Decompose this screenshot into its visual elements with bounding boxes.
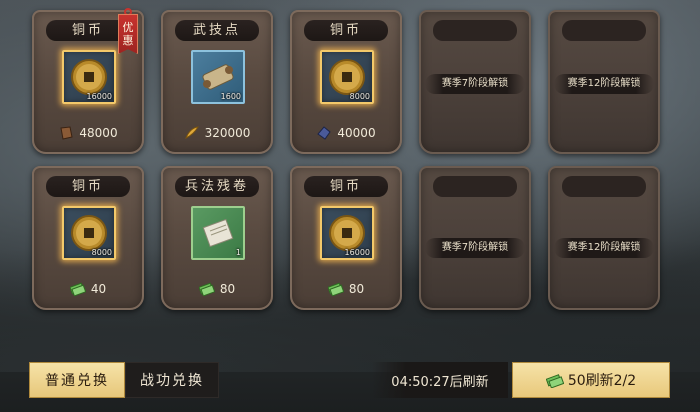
cash-icon	[198, 282, 215, 296]
item-quantity: 16000	[86, 92, 112, 101]
price-value: 80	[348, 282, 365, 296]
price-value: 320000	[204, 126, 251, 140]
price: 80	[292, 280, 400, 298]
shop-card-copper-2[interactable]: 铜币 8000 40000	[290, 10, 402, 154]
unlock-requirement: 赛季12阶段解锁	[554, 74, 654, 94]
cash-icon	[69, 282, 86, 296]
item-slot[interactable]: 1	[191, 206, 245, 260]
price: 40000	[292, 124, 400, 142]
item-quantity: 8000	[91, 248, 112, 257]
unlock-requirement: 赛季7阶段解锁	[425, 238, 525, 258]
card-title: 兵法残卷	[175, 176, 259, 197]
shop-card-skill-points[interactable]: 武技点 1600 320000	[161, 10, 273, 154]
card-title	[433, 20, 517, 41]
card-title	[562, 176, 646, 197]
price-value: 48000	[79, 126, 118, 140]
tab-merit-exchange[interactable]: 战功兑换	[125, 362, 219, 398]
card-title	[433, 176, 517, 197]
copper-coin-icon	[71, 215, 107, 251]
refresh-timer: 04:50:27后刷新	[372, 362, 508, 398]
shop-card-locked-season12: 赛季12阶段解锁	[548, 10, 660, 154]
copper-coin-icon	[329, 215, 365, 251]
shop-card-manual-fragment[interactable]: 兵法残卷 1 80	[161, 166, 273, 310]
item-slot[interactable]: 1600	[191, 50, 245, 104]
copper-coin-icon	[329, 59, 365, 95]
leather-token-icon	[60, 126, 73, 140]
manual-fragment-icon	[202, 218, 234, 248]
item-slot[interactable]: 8000	[62, 206, 116, 260]
shop-card-locked-season7: 赛季7阶段解锁	[419, 10, 531, 154]
price-value: 40	[90, 282, 107, 296]
cash-icon	[545, 373, 564, 388]
price-value: 80	[219, 282, 236, 296]
shop-card-locked-season7: 赛季7阶段解锁	[419, 166, 531, 310]
item-quantity: 8000	[349, 92, 370, 101]
unlock-requirement: 赛季7阶段解锁	[425, 74, 525, 94]
card-title: 铜币	[304, 20, 388, 41]
feather-token-icon	[184, 126, 199, 140]
price: 48000	[34, 124, 142, 142]
card-title: 铜币	[46, 176, 130, 197]
item-quantity: 1	[235, 248, 241, 257]
price: 80	[163, 280, 271, 298]
unlock-requirement: 赛季12阶段解锁	[554, 238, 654, 258]
shop-card-copper-3[interactable]: 铜币 8000 40	[32, 166, 144, 310]
copper-coin-icon	[71, 59, 107, 95]
tab-normal-exchange[interactable]: 普通兑换	[29, 362, 125, 398]
card-title	[562, 20, 646, 41]
item-slot[interactable]: 16000	[62, 50, 116, 104]
item-quantity: 1600	[220, 92, 241, 101]
discount-badge: 优惠	[118, 14, 138, 54]
shop-card-copper-4[interactable]: 铜币 16000 80	[290, 166, 402, 310]
cash-icon	[327, 282, 344, 296]
refresh-button-label: 50刷新2/2	[567, 373, 637, 389]
item-quantity: 16000	[344, 248, 370, 257]
crystal-token-icon	[317, 126, 332, 140]
card-title: 武技点	[175, 20, 259, 41]
price-value: 40000	[337, 126, 376, 140]
item-slot[interactable]: 8000	[320, 50, 374, 104]
price: 40	[34, 280, 142, 298]
refresh-button[interactable]: 50刷新2/2	[512, 362, 670, 398]
shop-card-locked-season12: 赛季12阶段解锁	[548, 166, 660, 310]
scroll-icon	[202, 64, 234, 90]
card-title: 铜币	[46, 20, 130, 41]
item-slot[interactable]: 16000	[320, 206, 374, 260]
price: 320000	[163, 124, 271, 142]
card-title: 铜币	[304, 176, 388, 197]
